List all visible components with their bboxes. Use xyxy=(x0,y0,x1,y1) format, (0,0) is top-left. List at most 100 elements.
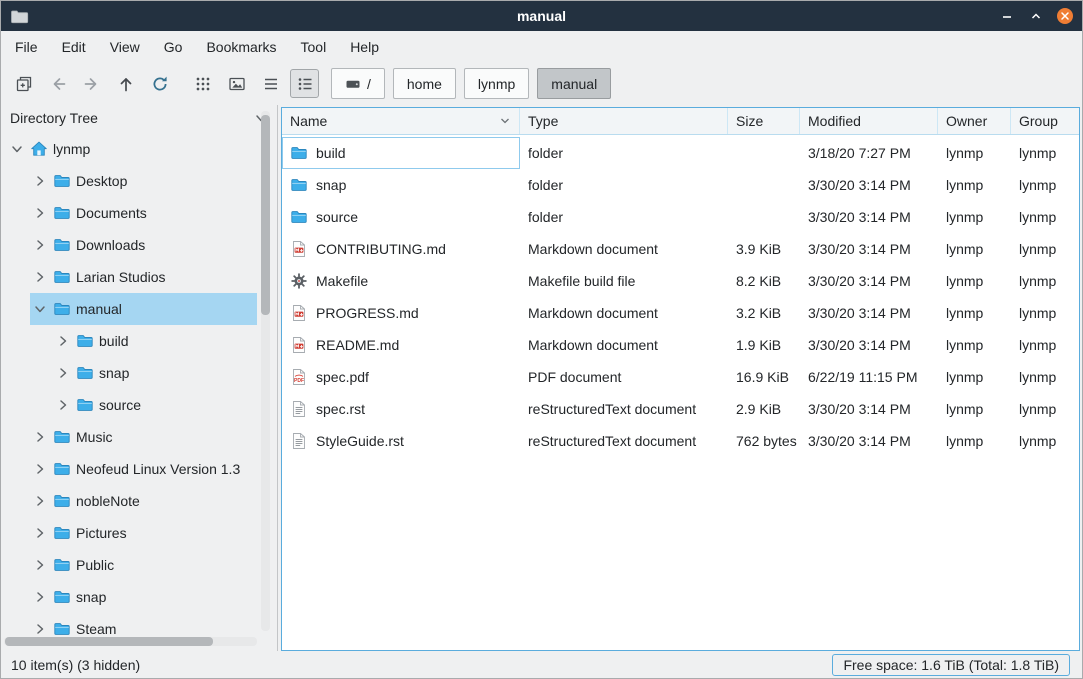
expand-chevron-icon[interactable] xyxy=(55,334,71,348)
up-button[interactable] xyxy=(111,69,140,98)
tree-item-build[interactable]: build xyxy=(1,325,277,357)
tree-item-noblenote[interactable]: nobleNote xyxy=(1,485,277,517)
new-tab-button[interactable] xyxy=(9,69,38,98)
thumbnail-view-button[interactable] xyxy=(222,69,251,98)
tree-item-snap[interactable]: snap xyxy=(1,581,277,613)
tree-item-snap[interactable]: snap xyxy=(1,357,277,389)
compact-view-button[interactable] xyxy=(256,69,285,98)
expand-chevron-icon[interactable] xyxy=(32,430,48,444)
column-header-group[interactable]: Group xyxy=(1011,108,1079,134)
sidebar-vertical-scrollbar[interactable] xyxy=(261,111,270,631)
file-row-styleguide-rst[interactable]: StyleGuide.rstreStructuredText document7… xyxy=(282,425,1079,457)
titlebar[interactable]: manual xyxy=(1,1,1082,31)
tree-item-body[interactable]: Music xyxy=(30,421,257,453)
menu-view[interactable]: View xyxy=(98,31,152,62)
expand-chevron-icon[interactable] xyxy=(32,238,48,252)
tree-item-body[interactable]: Neofeud Linux Version 1.3 xyxy=(30,453,257,485)
folder-icon xyxy=(53,620,71,638)
file-row-makefile[interactable]: MakefileMakefile build file8.2 KiB3/30/2… xyxy=(282,265,1079,297)
collapse-chevron-icon[interactable] xyxy=(32,302,48,316)
expand-chevron-icon[interactable] xyxy=(32,494,48,508)
close-button[interactable] xyxy=(1057,8,1073,24)
menu-file[interactable]: File xyxy=(3,31,50,62)
tree-item-body[interactable]: lynmp xyxy=(7,133,257,165)
horizontal-scrollbar-thumb[interactable] xyxy=(5,637,213,646)
vertical-scrollbar-thumb[interactable] xyxy=(261,115,270,315)
file-modified: 3/30/20 3:14 PM xyxy=(800,169,938,201)
tree-item-body[interactable]: source xyxy=(53,389,257,421)
file-type: Markdown document xyxy=(520,297,728,329)
menu-edit[interactable]: Edit xyxy=(50,31,98,62)
minimize-button[interactable] xyxy=(999,8,1015,24)
tree-item-label: Music xyxy=(76,429,113,445)
tree-item-body[interactable]: snap xyxy=(30,581,257,613)
tree-item-body[interactable]: Downloads xyxy=(30,229,257,261)
maximize-button[interactable] xyxy=(1028,8,1044,24)
file-row-progress-md[interactable]: PROGRESS.mdMarkdown document3.2 KiB3/30/… xyxy=(282,297,1079,329)
tree-item-label: Larian Studios xyxy=(76,269,166,285)
tree-item-body[interactable]: snap xyxy=(53,357,257,389)
collapse-chevron-icon[interactable] xyxy=(9,142,25,156)
back-button[interactable] xyxy=(43,69,72,98)
path-segment-home[interactable]: home xyxy=(393,68,456,99)
file-row-snap[interactable]: snapfolder3/30/20 3:14 PMlynmplynmp xyxy=(282,169,1079,201)
statusbar: 10 item(s) (3 hidden) Free space: 1.6 Ti… xyxy=(1,651,1082,678)
expand-chevron-icon[interactable] xyxy=(32,270,48,284)
column-header-size[interactable]: Size xyxy=(728,108,800,134)
file-row-spec-rst[interactable]: spec.rstreStructuredText document2.9 KiB… xyxy=(282,393,1079,425)
folder-icon xyxy=(53,524,71,542)
path-segment-manual[interactable]: manual xyxy=(537,68,611,99)
menu-bookmarks[interactable]: Bookmarks xyxy=(194,31,288,62)
tree-item-body[interactable]: Desktop xyxy=(30,165,257,197)
expand-chevron-icon[interactable] xyxy=(32,462,48,476)
tree-item-body[interactable]: manual xyxy=(30,293,257,325)
expand-chevron-icon[interactable] xyxy=(32,526,48,540)
tree-item-music[interactable]: Music xyxy=(1,421,277,453)
content-area: Directory Tree lynmpDesktopDocumentsDown… xyxy=(1,105,1082,651)
tree-item-manual[interactable]: manual xyxy=(1,293,277,325)
tree-item-larian-studios[interactable]: Larian Studios xyxy=(1,261,277,293)
sidebar-horizontal-scrollbar[interactable] xyxy=(4,637,257,646)
icon-view-button[interactable] xyxy=(188,69,217,98)
expand-chevron-icon[interactable] xyxy=(32,206,48,220)
menu-go[interactable]: Go xyxy=(152,31,195,62)
tree-item-lynmp[interactable]: lynmp xyxy=(1,133,277,165)
expand-chevron-icon[interactable] xyxy=(55,398,71,412)
file-row-spec-pdf[interactable]: PDFspec.pdfPDF document16.9 KiB6/22/19 1… xyxy=(282,361,1079,393)
expand-chevron-icon[interactable] xyxy=(32,590,48,604)
tree-item-neofeud-linux-version-1-3[interactable]: Neofeud Linux Version 1.3 xyxy=(1,453,277,485)
column-header-type[interactable]: Type xyxy=(520,108,728,134)
tree-item-pictures[interactable]: Pictures xyxy=(1,517,277,549)
menu-tool[interactable]: Tool xyxy=(289,31,339,62)
tree-item-body[interactable]: build xyxy=(53,325,257,357)
menu-help[interactable]: Help xyxy=(338,31,391,62)
tree-item-body[interactable]: Pictures xyxy=(30,517,257,549)
column-header-owner[interactable]: Owner xyxy=(938,108,1011,134)
column-header-name[interactable]: Name xyxy=(282,108,520,134)
expand-chevron-icon[interactable] xyxy=(55,366,71,380)
file-group: lynmp xyxy=(1011,137,1079,169)
tree-item-body[interactable]: Documents xyxy=(30,197,257,229)
tree-item-body[interactable]: Public xyxy=(30,549,257,581)
forward-button[interactable] xyxy=(77,69,106,98)
detailed-list-view-button[interactable] xyxy=(290,69,319,98)
file-row-source[interactable]: sourcefolder3/30/20 3:14 PMlynmplynmp xyxy=(282,201,1079,233)
tree-item-body[interactable]: Larian Studios xyxy=(30,261,257,293)
reload-button[interactable] xyxy=(145,69,174,98)
tree-item-desktop[interactable]: Desktop xyxy=(1,165,277,197)
expand-chevron-icon[interactable] xyxy=(32,622,48,636)
folder-icon xyxy=(290,144,308,162)
path-segment-root[interactable]: / xyxy=(331,68,385,99)
expand-chevron-icon[interactable] xyxy=(32,174,48,188)
file-row-readme-md[interactable]: README.mdMarkdown document1.9 KiB3/30/20… xyxy=(282,329,1079,361)
expand-chevron-icon[interactable] xyxy=(32,558,48,572)
tree-item-downloads[interactable]: Downloads xyxy=(1,229,277,261)
tree-item-public[interactable]: Public xyxy=(1,549,277,581)
file-row-build[interactable]: buildfolder3/18/20 7:27 PMlynmplynmp xyxy=(282,137,1079,169)
tree-item-documents[interactable]: Documents xyxy=(1,197,277,229)
column-header-modified[interactable]: Modified xyxy=(800,108,938,134)
tree-item-body[interactable]: nobleNote xyxy=(30,485,257,517)
tree-item-source[interactable]: source xyxy=(1,389,277,421)
file-row-contributing-md[interactable]: CONTRIBUTING.mdMarkdown document3.9 KiB3… xyxy=(282,233,1079,265)
path-segment-lynmp[interactable]: lynmp xyxy=(464,68,529,99)
